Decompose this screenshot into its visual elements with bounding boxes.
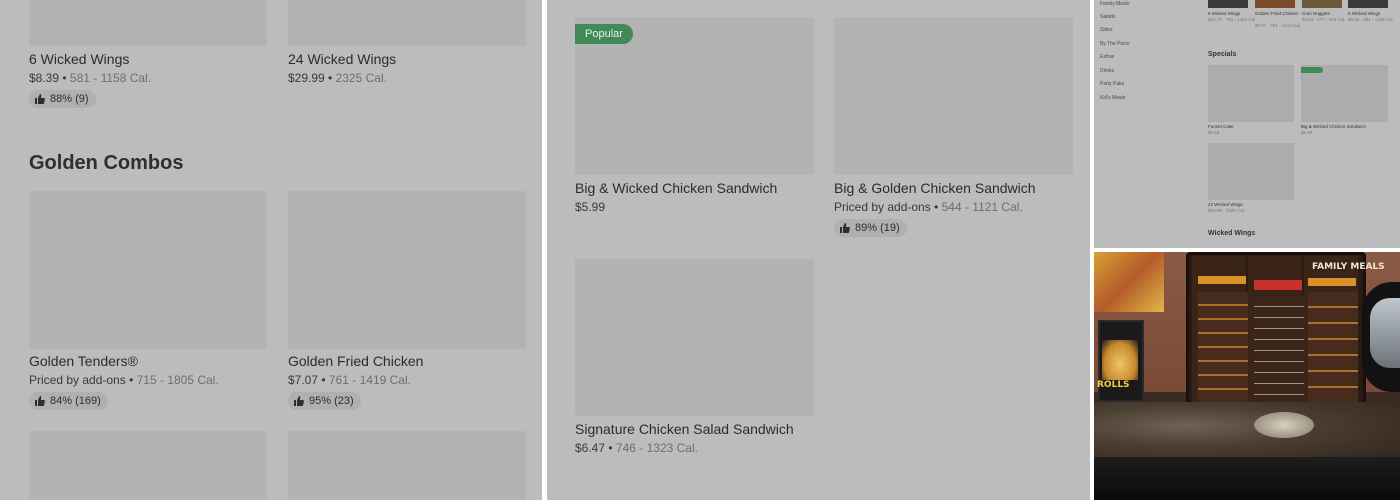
item-image[interactable] — [288, 431, 526, 500]
menu-overview-panel: Family Meals Salads Sides By The Piece E… — [1094, 0, 1400, 248]
item-price: $8.39 — [29, 71, 60, 85]
item-title[interactable]: Funnel Cake — [1208, 124, 1234, 129]
menu-header-strip — [1308, 278, 1356, 286]
rating-badge: 89% (19) — [834, 219, 907, 237]
menu-column — [1198, 292, 1248, 402]
item-title[interactable]: 6 Wicked Wings — [1348, 11, 1380, 16]
thumbs-up-icon — [35, 94, 45, 104]
thumbs-up-icon — [35, 396, 45, 406]
sidebar-category[interactable]: Drinks — [1100, 68, 1114, 74]
item-price: $29.99 — [288, 71, 325, 85]
section-heading: Wicked Wings — [1208, 230, 1256, 237]
menu-header-strip — [1198, 276, 1246, 284]
popular-badge: Popular — [575, 24, 633, 44]
item-title[interactable]: 6 Wicked Wings — [1208, 11, 1240, 16]
item-title[interactable]: Golden Tenders® — [29, 353, 138, 369]
item-price-cal: Priced by add-ons • 715 - 1805 Cal. — [29, 373, 219, 387]
sidebar-category[interactable]: Salads — [1100, 14, 1115, 20]
menu-price-strip — [1254, 280, 1302, 290]
sidebar-category[interactable]: Family Meals — [1100, 1, 1129, 7]
rating-text: 84% (169) — [50, 395, 101, 407]
item-image[interactable] — [1302, 0, 1342, 8]
item-image-6-wicked-wings[interactable] — [29, 0, 267, 46]
sidebar-category[interactable]: Sides — [1100, 27, 1113, 33]
item-price: Priced by add-ons — [29, 373, 126, 387]
item-image[interactable] — [1348, 0, 1388, 8]
rating-badge: 88% (9) — [29, 90, 96, 108]
item-price: $7.07 — [288, 373, 319, 387]
item-title[interactable]: 24 Wicked Wings — [1208, 202, 1243, 207]
item-meta: $12.79 · 781 - 1464 Cal. — [1208, 17, 1257, 22]
item-calories: 544 - 1121 Cal. — [941, 200, 1023, 214]
item-image-golden-tenders[interactable] — [29, 191, 267, 349]
item-image[interactable] — [1208, 0, 1248, 8]
item-title[interactable]: Big & Wicked Chicken Sandwich — [575, 180, 777, 196]
menu-panel-left: 6 Wicked Wings $8.39 • 581 - 1158 Cal. 8… — [0, 0, 542, 500]
item-title[interactable]: Corn Nuggets — [1302, 11, 1330, 16]
item-meta: $2.59 — [1208, 130, 1220, 135]
item-meta: $8.39 · 581 - 1158 Cal. — [1348, 17, 1394, 22]
family-meals-sign: FAMILY MEALS — [1312, 262, 1385, 272]
item-calories: 715 - 1805 Cal. — [136, 373, 219, 387]
promo-banner-left — [1094, 252, 1164, 312]
item-meta: $29.99 · 2325 Cal. — [1208, 208, 1246, 213]
rating-badge: 95% (23) — [288, 392, 361, 410]
item-title[interactable]: 24 Wicked Wings — [288, 51, 396, 67]
item-calories: 2325 Cal. — [335, 71, 387, 85]
sidebar-category[interactable]: By The Piece — [1100, 41, 1130, 47]
menu-panel-middle: Popular Big & Wicked Chicken Sandwich $5… — [547, 0, 1090, 500]
mirror-glass — [1370, 298, 1400, 368]
section-heading: Golden Combos — [29, 152, 184, 174]
item-image[interactable] — [29, 431, 267, 500]
item-image[interactable] — [1301, 65, 1388, 122]
item-title[interactable]: Signature Chicken Salad Sandwich — [575, 421, 794, 437]
item-price-cal: $8.39 • 581 - 1158 Cal. — [29, 71, 152, 85]
item-image-golden-fried-chicken[interactable] — [288, 191, 526, 349]
item-calories: 581 - 1158 Cal. — [69, 71, 152, 85]
item-price-cal: $7.07 • 761 - 1419 Cal. — [288, 373, 411, 387]
item-image-big-golden-sandwich[interactable] — [834, 17, 1073, 175]
item-image-signature-salad-sandwich[interactable] — [575, 259, 814, 416]
item-calories: 746 - 1323 Cal. — [615, 441, 698, 455]
item-calories: 761 - 1419 Cal. — [328, 373, 411, 387]
sidebar-category[interactable]: Extras — [1100, 54, 1114, 60]
item-price: Priced by add-ons — [834, 200, 931, 214]
item-image[interactable] — [1255, 0, 1295, 8]
item-price: $6.47 — [575, 441, 606, 455]
item-image-24-wicked-wings[interactable] — [288, 0, 526, 46]
item-price-cal: $6.47 • 746 - 1323 Cal. — [575, 441, 698, 455]
rating-text: 88% (9) — [50, 93, 89, 105]
item-image[interactable] — [1208, 65, 1294, 122]
screenshot-collage: 6 Wicked Wings $8.39 • 581 - 1158 Cal. 8… — [0, 0, 1400, 500]
sidebar-category[interactable]: Party Paks — [1100, 81, 1124, 87]
rating-badge: 84% (169) — [29, 392, 108, 410]
item-title[interactable]: Big & Golden Chicken Sandwich — [834, 180, 1036, 196]
rating-text: 89% (19) — [855, 222, 900, 234]
bread-rolls-image — [1102, 340, 1138, 380]
rock — [1254, 412, 1314, 438]
item-price-cal: Priced by add-ons • 544 - 1121 Cal. — [834, 200, 1023, 214]
item-title[interactable]: 6 Wicked Wings — [29, 51, 129, 67]
item-price-cal: $29.99 • 2325 Cal. — [288, 71, 387, 85]
thumbs-up-icon — [840, 223, 850, 233]
landscaping-rocks — [1094, 402, 1400, 462]
rating-text: 95% (23) — [309, 395, 354, 407]
item-image[interactable] — [1208, 143, 1294, 200]
item-title[interactable]: Golden Fried Chicken — [288, 353, 423, 369]
item-title[interactable]: Golden Fried Chicken — [1255, 11, 1299, 16]
thumbs-up-icon — [294, 396, 304, 406]
rolls-label: ROLLS — [1097, 380, 1130, 390]
sidebar-category[interactable]: Kid's Meals — [1100, 95, 1125, 101]
item-title[interactable]: Big & Wicked Chicken Sandwich — [1301, 124, 1366, 129]
menu-column — [1308, 292, 1358, 402]
section-heading: Specials — [1208, 51, 1237, 58]
item-meta: $7.07 · 761 - 1419 Cal. — [1255, 23, 1302, 28]
item-meta: $5.99 — [1301, 130, 1313, 135]
item-meta: $3.83 · 277 - 554 Cal. — [1302, 17, 1346, 22]
car-dashboard — [1094, 457, 1400, 500]
menu-column — [1254, 296, 1304, 402]
popular-badge — [1301, 67, 1323, 73]
item-price: $5.99 — [575, 200, 606, 214]
drive-thru-menu-photo: ROLLS FAMILY MEALS — [1094, 252, 1400, 500]
